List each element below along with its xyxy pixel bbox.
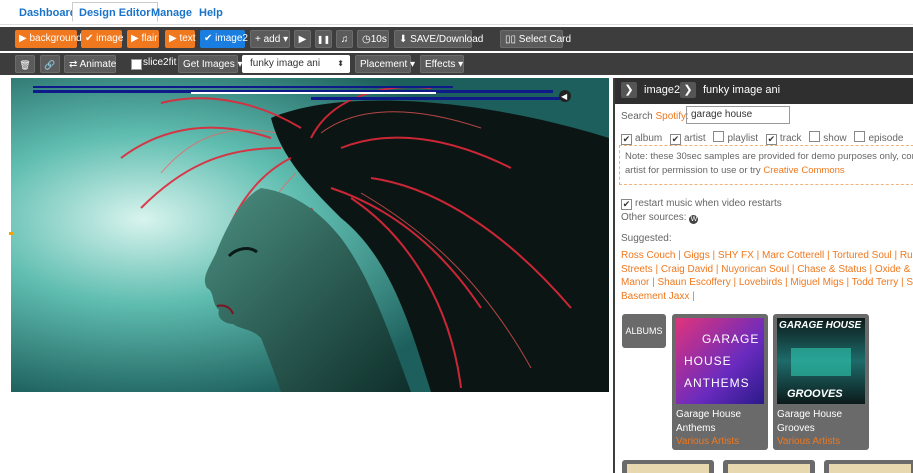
image2-button[interactable]: ✔ image2 — [200, 30, 248, 48]
note-text: Note: these 30sec samples are provided f… — [625, 151, 913, 162]
checkbox-show[interactable] — [809, 131, 821, 142]
note-text-2: artist for permission to use or try Crea… — [625, 165, 845, 176]
album-title: Garage House Grooves — [777, 409, 843, 434]
spotify-search-input[interactable]: garage house — [686, 106, 790, 124]
timer-button[interactable]: ◷10s — [357, 30, 389, 48]
checkbox-playlist[interactable] — [713, 131, 725, 142]
design-canvas[interactable]: ◀ — [11, 78, 609, 392]
checkbox-album[interactable]: ✔ — [621, 134, 632, 145]
main-toolbar: ▶ background ✔ image ▶ flair ▶ text ✔ im… — [0, 27, 913, 54]
cover-text: GROOVES — [787, 388, 843, 400]
chevron-right-icon[interactable]: ❯ — [621, 82, 637, 98]
track-card[interactable] — [723, 460, 815, 473]
resize-handle[interactable] — [9, 232, 13, 235]
svg-text:◀: ◀ — [561, 92, 568, 101]
search-label: Search Spotify: — [621, 111, 689, 122]
album-artist-link[interactable]: Various Artists — [777, 436, 840, 447]
updown-icon: ⬍ — [337, 59, 344, 68]
spotify-link[interactable]: Spotify: — [655, 111, 688, 122]
slice2fit-checkbox[interactable] — [131, 59, 142, 70]
search-filters: ✔ album ✔ artist playlist ✔ track show epis… — [621, 131, 903, 145]
track-thumb — [728, 464, 810, 473]
restart-label: restart music when video restarts — [635, 198, 782, 209]
suggested-artists-4[interactable]: Basement Jaxx | — [621, 291, 695, 302]
panel-breadcrumb: ❯ image2 ❯ funky image ani — [615, 78, 913, 104]
filter-track[interactable]: ✔ track — [765, 133, 802, 145]
breadcrumb-title: funky image ani — [703, 84, 781, 96]
image-toolbar: 🗑 🔗 ⇄ Animate slice2fit Get Images ▾ fun… — [0, 53, 913, 75]
albums-label: ALBUMS — [622, 314, 666, 348]
background-button[interactable]: ▶ background — [15, 30, 82, 48]
tab-help[interactable]: Help — [192, 2, 230, 22]
suggested-artists-2[interactable]: Streets | Craig David | Nuyorican Soul |… — [621, 264, 913, 275]
cover-text: GARAGE HOUSE — [779, 320, 862, 331]
album-cover: GARAGE HOUSE ANTHEMS — [676, 318, 764, 404]
flair-button[interactable]: ▶ flair — [127, 30, 159, 48]
music-panel: ❯ image2 ❯ funky image ani Search Spotif… — [613, 78, 913, 473]
other-sources: Other sources: W — [621, 212, 699, 224]
creative-commons-link[interactable]: Creative Commons — [763, 165, 844, 176]
filter-artist[interactable]: ✔ artist — [670, 133, 706, 145]
checkbox-episode[interactable] — [854, 131, 866, 142]
link-icon[interactable]: 🔗 — [40, 55, 60, 73]
album-card[interactable]: GARAGE HOUSE ANTHEMS Garage House Anthems… — [672, 314, 768, 450]
play-button[interactable]: ▶ — [294, 30, 311, 48]
album-artist-link[interactable]: Various Artists — [676, 436, 739, 447]
font-select[interactable]: funky image ani ⬍ — [242, 55, 350, 73]
demo-note-box: Note: these 30sec samples are provided f… — [619, 145, 913, 185]
image-button[interactable]: ✔ image — [81, 30, 123, 48]
save-download-button[interactable]: ⬇ SAVE/Download — [394, 30, 483, 48]
text-button[interactable]: ▶ text — [165, 30, 196, 48]
suggested-label: Suggested: — [621, 233, 672, 244]
checkbox-track[interactable]: ✔ — [765, 134, 777, 145]
suggested-artists-3[interactable]: Manor | Shaun Escoffery | Lovebirds | Mi… — [621, 277, 913, 288]
suggested-artists-1[interactable]: Ross Couch | Giggs | SHY FX | Marc Cotte… — [621, 250, 913, 261]
get-images-button[interactable]: Get Images ▾ — [178, 55, 243, 73]
cover-text: GARAGE — [702, 332, 760, 346]
music-button[interactable]: ♫ — [336, 30, 353, 48]
card-image: ◀ — [11, 78, 609, 392]
album-card[interactable]: GARAGE HOUSE GROOVES Garage House Grooves… — [773, 314, 869, 450]
top-tabs: Dashboard Design Editor Manage Help — [0, 0, 913, 25]
track-thumb — [627, 464, 709, 473]
filter-album[interactable]: ✔ album — [621, 133, 662, 145]
filter-show[interactable]: show — [809, 131, 847, 144]
breadcrumb-image2[interactable]: image2 — [644, 84, 680, 96]
filter-playlist[interactable]: playlist — [713, 131, 758, 144]
font-select-value: funky image ani — [250, 58, 321, 69]
track-card[interactable] — [824, 460, 913, 473]
slice2fit-label: slice2fit — [143, 57, 177, 68]
album-cover: GARAGE HOUSE GROOVES — [777, 318, 865, 404]
placement-button[interactable]: Placement ▾ — [355, 55, 415, 73]
pause-button[interactable]: ❚❚ — [315, 30, 332, 48]
restart-checkbox[interactable]: ✔ — [621, 199, 632, 210]
add-button[interactable]: + add ▾ — [250, 30, 290, 48]
cover-text: ANTHEMS — [684, 376, 750, 390]
track-thumb — [829, 464, 911, 473]
restart-option[interactable]: ✔ restart music when video restarts — [621, 198, 782, 210]
wordpress-icon[interactable]: W — [689, 215, 699, 224]
chevron-right-icon[interactable]: ❯ — [680, 82, 696, 98]
turntable-graphic — [791, 348, 851, 376]
album-title: Garage House Anthems — [676, 409, 742, 434]
track-card[interactable] — [622, 460, 714, 473]
delete-icon[interactable]: 🗑 — [15, 55, 35, 73]
checkbox-artist[interactable]: ✔ — [670, 134, 682, 145]
animate-button[interactable]: ⇄ Animate — [64, 55, 116, 73]
search-text: Search — [621, 111, 653, 122]
tab-manage[interactable]: Manage — [144, 2, 199, 22]
cover-text: HOUSE — [684, 354, 732, 368]
filter-episode[interactable]: episode — [854, 131, 903, 144]
effects-button[interactable]: Effects ▾ — [420, 55, 464, 73]
select-card-button[interactable]: ▯▯ Select Card — [500, 30, 571, 48]
